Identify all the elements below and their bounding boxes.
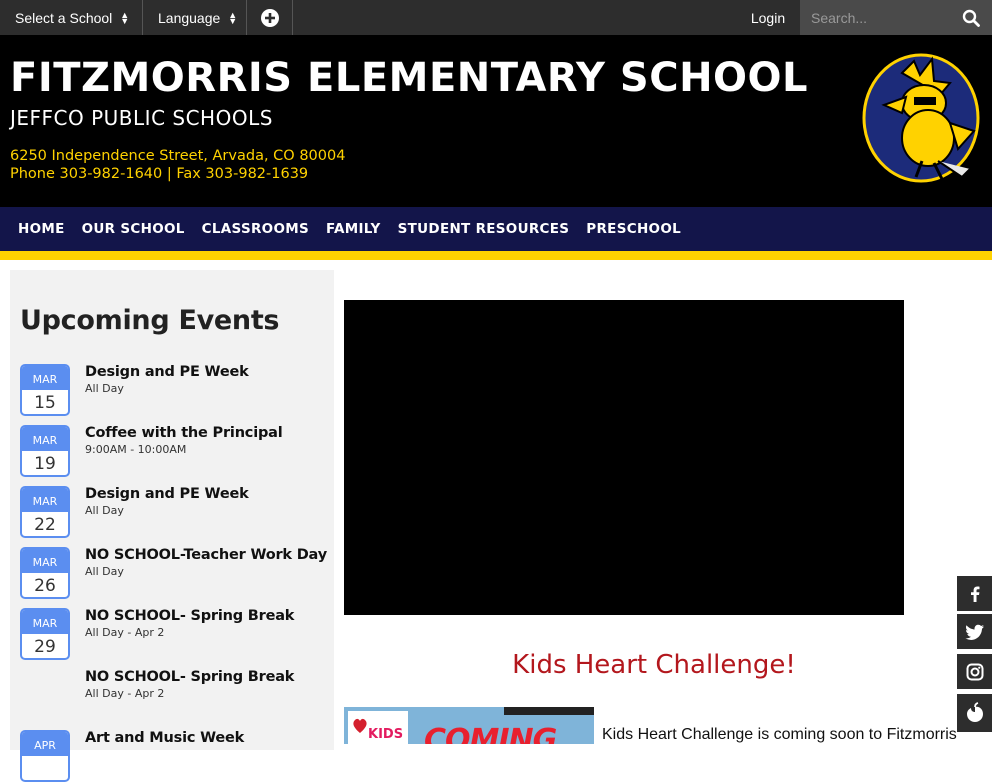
- login-link[interactable]: Login: [736, 0, 800, 35]
- event-time: All Day - Apr 2: [85, 687, 165, 700]
- event-day: 26: [34, 576, 56, 596]
- kids-heart-heading: Kids Heart Challenge!: [512, 650, 796, 680]
- event-item[interactable]: NO SCHOOL- Spring Break All Day - Apr 2: [20, 669, 330, 723]
- school-address: 6250 Independence Street, Arvada, CO 800…: [10, 147, 345, 183]
- event-title[interactable]: Design and PE Week: [85, 486, 249, 502]
- event-time: 9:00AM - 10:00AM: [85, 443, 187, 456]
- event-item[interactable]: MAR 15 Design and PE Week All Day: [20, 364, 330, 418]
- event-time: All Day: [85, 382, 124, 395]
- kids-badge-text: KIDS: [368, 727, 404, 742]
- event-time: All Day: [85, 504, 124, 517]
- phone-fax: Phone 303-982-1640 | Fax 303-982-1639: [10, 166, 309, 182]
- event-time: All Day: [85, 565, 124, 578]
- facebook-icon: [970, 586, 979, 602]
- event-item[interactable]: MAR 26 NO SCHOOL-Teacher Work Day All Da…: [20, 547, 330, 601]
- nav-student-resources[interactable]: STUDENT RESOURCES: [398, 221, 570, 237]
- event-item[interactable]: MAR 29 NO SCHOOL- Spring Break All Day -…: [20, 608, 330, 662]
- video-player[interactable]: [344, 300, 904, 615]
- event-title[interactable]: Design and PE Week: [85, 364, 249, 380]
- kids-heart-image[interactable]: KIDS COMING: [344, 707, 594, 744]
- utility-bar: Select a School ▲ ▼ Language ▲ ▼ Login: [0, 0, 992, 35]
- event-day: [22, 756, 68, 780]
- search-input[interactable]: [800, 0, 950, 35]
- coming-banner-text: COMING: [424, 723, 557, 744]
- instagram-icon: [966, 663, 983, 680]
- nav-preschool[interactable]: PRESCHOOL: [586, 221, 681, 237]
- add-shortcut-button[interactable]: [247, 0, 293, 35]
- event-time: All Day - Apr 2: [85, 626, 165, 639]
- event-item[interactable]: APR Art and Music Week: [20, 730, 330, 784]
- nav-classrooms[interactable]: CLASSROOMS: [202, 221, 309, 237]
- peachjar-icon: [966, 702, 983, 722]
- select-school-dropdown[interactable]: Select a School ▲ ▼: [0, 0, 143, 35]
- language-dropdown[interactable]: Language ▲ ▼: [143, 0, 247, 35]
- date-badge: MAR 26: [20, 547, 70, 599]
- instagram-link[interactable]: [957, 654, 992, 689]
- event-month: MAR: [22, 549, 68, 573]
- event-month: MAR: [22, 427, 68, 451]
- upcoming-events-panel: Upcoming Events MAR 15 Design and PE Wee…: [10, 270, 334, 782]
- event-title[interactable]: NO SCHOOL-Teacher Work Day: [85, 547, 327, 563]
- event-title[interactable]: NO SCHOOL- Spring Break: [85, 608, 294, 624]
- facebook-link[interactable]: [957, 576, 992, 611]
- district-name: JEFFCO PUBLIC SCHOOLS: [10, 106, 273, 130]
- updown-caret-icon: ▲ ▼: [120, 9, 130, 26]
- date-badge: MAR 29: [20, 608, 70, 660]
- event-month: MAR: [22, 366, 68, 390]
- american-heart-logo: KIDS: [348, 711, 408, 744]
- event-month: APR: [22, 732, 68, 756]
- event-day: 29: [34, 637, 56, 657]
- banner-bar: [504, 707, 594, 715]
- search-box: [800, 0, 992, 35]
- updown-caret-icon: ▲ ▼: [228, 9, 238, 26]
- event-title[interactable]: NO SCHOOL- Spring Break: [85, 669, 294, 685]
- kids-heart-description: Kids Heart Challenge is coming soon to F…: [602, 726, 957, 743]
- school-name[interactable]: FITZMORRIS ELEMENTARY SCHOOL: [10, 55, 808, 101]
- date-badge: APR: [20, 730, 70, 782]
- event-day: 19: [34, 454, 56, 474]
- mascot-logo[interactable]: [862, 53, 980, 183]
- event-item[interactable]: MAR 22 Design and PE Week All Day: [20, 486, 330, 540]
- event-day: 15: [34, 393, 56, 413]
- date-badge: MAR 19: [20, 425, 70, 477]
- select-school-label: Select a School: [15, 9, 113, 26]
- site-header: FITZMORRIS ELEMENTARY SCHOOL JEFFCO PUBL…: [0, 35, 992, 207]
- twitter-link[interactable]: [957, 614, 992, 649]
- language-label: Language: [158, 9, 221, 26]
- nav-our-school[interactable]: OUR SCHOOL: [82, 221, 185, 237]
- event-month: MAR: [22, 488, 68, 512]
- street-address: 6250 Independence Street, Arvada, CO 800…: [10, 148, 346, 164]
- event-item[interactable]: MAR 19 Coffee with the Principal 9:00AM …: [20, 425, 330, 479]
- event-title[interactable]: Coffee with the Principal: [85, 425, 283, 441]
- heart-torch-icon: [353, 718, 367, 733]
- plus-circle-icon: [260, 8, 279, 27]
- date-badge: MAR 22: [20, 486, 70, 538]
- search-icon[interactable]: [962, 9, 980, 27]
- date-badge: MAR 15: [20, 364, 70, 416]
- nav-family[interactable]: FAMILY: [326, 221, 381, 237]
- main-nav: HOME OUR SCHOOL CLASSROOMS FAMILY STUDEN…: [0, 207, 992, 260]
- events-heading: Upcoming Events: [20, 305, 280, 336]
- peachjar-link[interactable]: [957, 694, 992, 732]
- nav-home[interactable]: HOME: [18, 221, 65, 237]
- event-month: MAR: [22, 610, 68, 634]
- twitter-icon: [965, 624, 984, 640]
- event-day: 22: [34, 515, 56, 535]
